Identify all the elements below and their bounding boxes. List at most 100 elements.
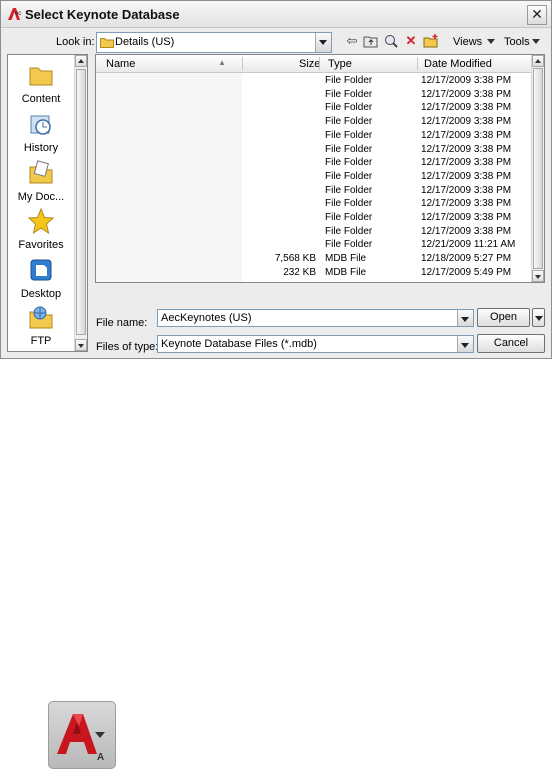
- search-web-icon[interactable]: [383, 33, 399, 49]
- file-date-cell: 12/21/2009 11:21 AM: [421, 239, 516, 251]
- scroll-thumb[interactable]: [76, 69, 86, 335]
- dialog-title: Select Keynote Database: [25, 7, 180, 22]
- file-date-cell: 12/17/2009 3:38 PM: [421, 129, 512, 141]
- scroll-up-icon[interactable]: [75, 55, 87, 67]
- places-item-my-documents[interactable]: My Doc...: [8, 160, 74, 203]
- file-row[interactable]: AecDUComponents (US)7,568 KBMDB File12/1…: [96, 252, 531, 265]
- file-date-cell: 12/17/2009 3:38 PM: [421, 116, 512, 128]
- close-button[interactable]: ✕: [527, 5, 547, 25]
- file-date-cell: 12/17/2009 3:38 PM: [421, 212, 512, 223]
- file-type-cell: File Folder: [325, 75, 373, 86]
- file-row[interactable]: 12 - FurnishingsFile Folder12/17/2009 3:…: [96, 184, 531, 197]
- folder-icon: [29, 67, 53, 86]
- file-date-cell: 12/17/2009 3:38 PM: [421, 157, 512, 169]
- file-type-cell: File Folder: [325, 239, 373, 251]
- look-in-label: Look in:: [56, 36, 95, 48]
- chevron-down-icon[interactable]: [457, 310, 473, 326]
- file-row[interactable]: 14 - Conveying SystemsFile Folder12/17/2…: [96, 211, 531, 224]
- file-name-label: File name:: [96, 317, 148, 329]
- places-label: My Doc...: [17, 191, 65, 203]
- application-menu-button[interactable]: [48, 701, 116, 769]
- back-icon[interactable]: ⇦: [344, 33, 360, 49]
- places-label: Desktop: [20, 288, 62, 300]
- column-header-date[interactable]: Date Modified: [424, 58, 492, 70]
- file-row[interactable]: 09 - FinishesFile Folder12/17/2009 3:38 …: [96, 143, 531, 156]
- file-type-cell: File Folder: [325, 102, 373, 114]
- file-list-scrollbar[interactable]: [531, 55, 544, 282]
- look-in-dropdown[interactable]: Details (US): [96, 32, 332, 53]
- column-header-size[interactable]: Size: [299, 58, 320, 70]
- places-label: Content: [21, 93, 61, 105]
- file-row[interactable]: 08 - Doors and WindowsFile Folder12/17/2…: [96, 129, 531, 142]
- application-button-caption: A: [97, 752, 105, 763]
- file-date-cell: 12/17/2009 3:38 PM: [421, 198, 512, 210]
- look-in-value: Details (US): [115, 36, 175, 48]
- places-item-history[interactable]: History: [8, 111, 74, 154]
- open-button[interactable]: Open: [477, 308, 530, 327]
- chevron-down-icon[interactable]: [315, 33, 331, 52]
- views-caret-icon[interactable]: [487, 39, 495, 44]
- column-header-type[interactable]: Type: [328, 58, 352, 70]
- file-row[interactable]: 05 - MetalsFile Folder12/17/2009 3:38 PM: [96, 88, 531, 101]
- file-row[interactable]: 04 - MasonryFile Folder12/17/2009 3:38 P…: [96, 74, 531, 87]
- tools-menu[interactable]: Tools: [504, 36, 530, 48]
- file-type-cell: File Folder: [325, 225, 373, 237]
- file-row[interactable]: 15 - MechanicalFile Folder12/17/2009 3:3…: [96, 225, 531, 238]
- places-bar: Content History My Doc... Favorites Desk…: [7, 54, 88, 352]
- places-item-favorites[interactable]: Favorites: [8, 207, 74, 251]
- places-item-desktop[interactable]: Desktop: [8, 257, 74, 300]
- chevron-down-icon[interactable]: [95, 732, 105, 738]
- scroll-thumb[interactable]: [533, 68, 543, 269]
- cancel-button[interactable]: Cancel: [477, 334, 545, 353]
- file-name-field[interactable]: AecKeynotes (US): [157, 309, 474, 327]
- file-row[interactable]: 07 - Thermal and Moisture Pro...File Fol…: [96, 115, 531, 128]
- column-divider[interactable]: [242, 57, 243, 70]
- scroll-down-icon[interactable]: [532, 270, 544, 282]
- column-divider[interactable]: [319, 57, 320, 70]
- file-type-cell: MDB File: [325, 253, 367, 265]
- select-keynote-database-dialog: ec Select Keynote Database ✕ Look in: De…: [0, 0, 552, 359]
- file-row[interactable]: AecKeynotes (US)232 KBMDB File12/17/2009…: [96, 266, 531, 279]
- file-type-select[interactable]: Keynote Database Files (*.mdb): [157, 335, 474, 353]
- file-list: Name ▲ Size Type Date Modified 04 - Maso…: [95, 54, 545, 283]
- file-row[interactable]: 06 - Wood and PlasticsFile Folder12/17/2…: [96, 101, 531, 114]
- scroll-up-icon[interactable]: [532, 55, 544, 67]
- desktop-icon: [30, 259, 52, 281]
- sort-ascending-icon: ▲: [218, 58, 226, 67]
- file-name-value: AecKeynotes (US): [161, 312, 252, 324]
- up-folder-icon[interactable]: [363, 33, 379, 49]
- file-date-cell: 12/17/2009 3:38 PM: [421, 184, 512, 196]
- file-date-cell: 12/17/2009 3:38 PM: [421, 88, 512, 100]
- chevron-down-icon[interactable]: [457, 336, 473, 352]
- file-type-value: Keynote Database Files (*.mdb): [161, 338, 317, 350]
- history-clock-icon: [30, 115, 51, 135]
- views-menu[interactable]: Views: [453, 36, 482, 48]
- file-row[interactable]: 13 - Special ConstructionFile Folder12/1…: [96, 197, 531, 210]
- file-date-cell: 12/17/2009 3:38 PM: [421, 143, 512, 155]
- places-item-ftp[interactable]: FTP: [8, 304, 74, 347]
- delete-icon[interactable]: ✕: [403, 33, 419, 49]
- file-date-cell: 12/17/2009 3:38 PM: [421, 102, 512, 114]
- my-documents-icon: [29, 160, 53, 184]
- open-options-dropdown[interactable]: [532, 308, 545, 327]
- new-folder-icon[interactable]: [423, 33, 439, 49]
- file-type-cell: File Folder: [325, 184, 373, 196]
- column-header-name[interactable]: Name: [106, 58, 135, 70]
- file-type-cell: File Folder: [325, 129, 373, 141]
- file-row[interactable]: 11 - EquipmentFile Folder12/17/2009 3:38…: [96, 170, 531, 183]
- file-type-cell: File Folder: [325, 116, 373, 128]
- file-date-cell: 12/17/2009 3:38 PM: [421, 225, 512, 237]
- file-type-cell: File Folder: [325, 212, 373, 223]
- tools-caret-icon[interactable]: [532, 39, 540, 44]
- ftp-icon: [29, 306, 53, 329]
- file-row[interactable]: 10 - SpecialtiesFile Folder12/17/2009 3:…: [96, 156, 531, 169]
- title-bar: ec Select Keynote Database ✕: [1, 1, 551, 28]
- column-divider[interactable]: [417, 57, 418, 70]
- column-header-row: Name ▲ Size Type Date Modified: [96, 55, 531, 73]
- file-size-cell: 232 KB: [283, 266, 316, 278]
- places-item-content[interactable]: Content: [8, 62, 74, 105]
- places-label: Favorites: [18, 239, 64, 251]
- places-scrollbar[interactable]: [74, 55, 87, 351]
- scroll-down-icon[interactable]: [75, 339, 87, 351]
- file-row[interactable]: 16 - ElectricalFile Folder12/21/2009 11:…: [96, 238, 531, 251]
